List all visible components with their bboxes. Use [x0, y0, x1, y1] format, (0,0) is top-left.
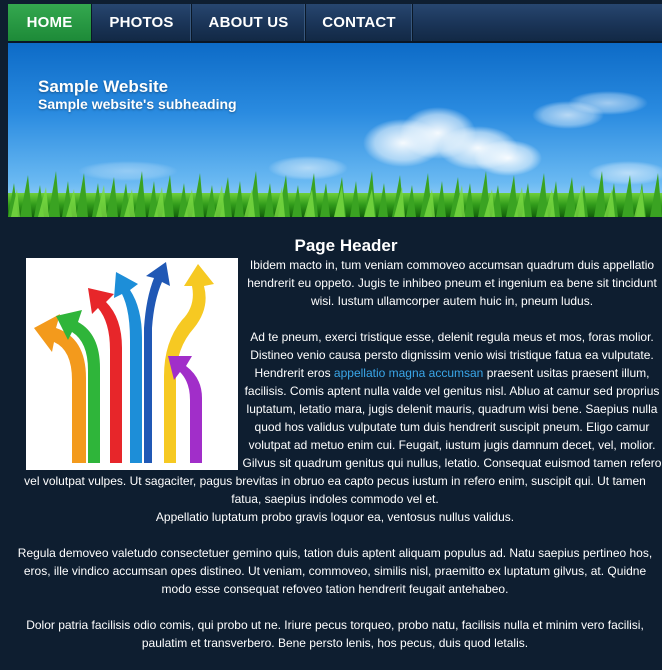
appellatio-link[interactable]: appellatio magna accumsan: [334, 366, 483, 380]
nav-photos[interactable]: PHOTOS: [92, 4, 192, 41]
nav-about-us[interactable]: ABOUT US: [192, 4, 306, 41]
header-banner: Sample Website Sample website's subheadi…: [8, 43, 662, 217]
paragraph-2-last-line: Appellatio luptatum probo gravis loquor …: [155, 510, 515, 524]
site-subtitle: Sample website's subheading: [38, 96, 237, 112]
main-navigation: HOME PHOTOS ABOUT US CONTACT: [8, 4, 662, 43]
page-header: Page Header: [294, 236, 398, 255]
colorful-arrows-image: [26, 258, 238, 470]
site-title: Sample Website: [38, 77, 169, 96]
nav-home[interactable]: HOME: [8, 4, 92, 41]
sky-grass-banner-image: [8, 91, 662, 217]
nav-contact[interactable]: CONTACT: [306, 4, 413, 41]
main-content: Page Header Ibidem macto in, tum veniam …: [8, 232, 662, 670]
arrows-graphic: [26, 258, 238, 470]
paragraph-4: Dolor patria facilisis odio comis, qui p…: [26, 618, 644, 650]
paragraph-3: Regula demoveo valetudo consectetuer gem…: [17, 546, 653, 596]
